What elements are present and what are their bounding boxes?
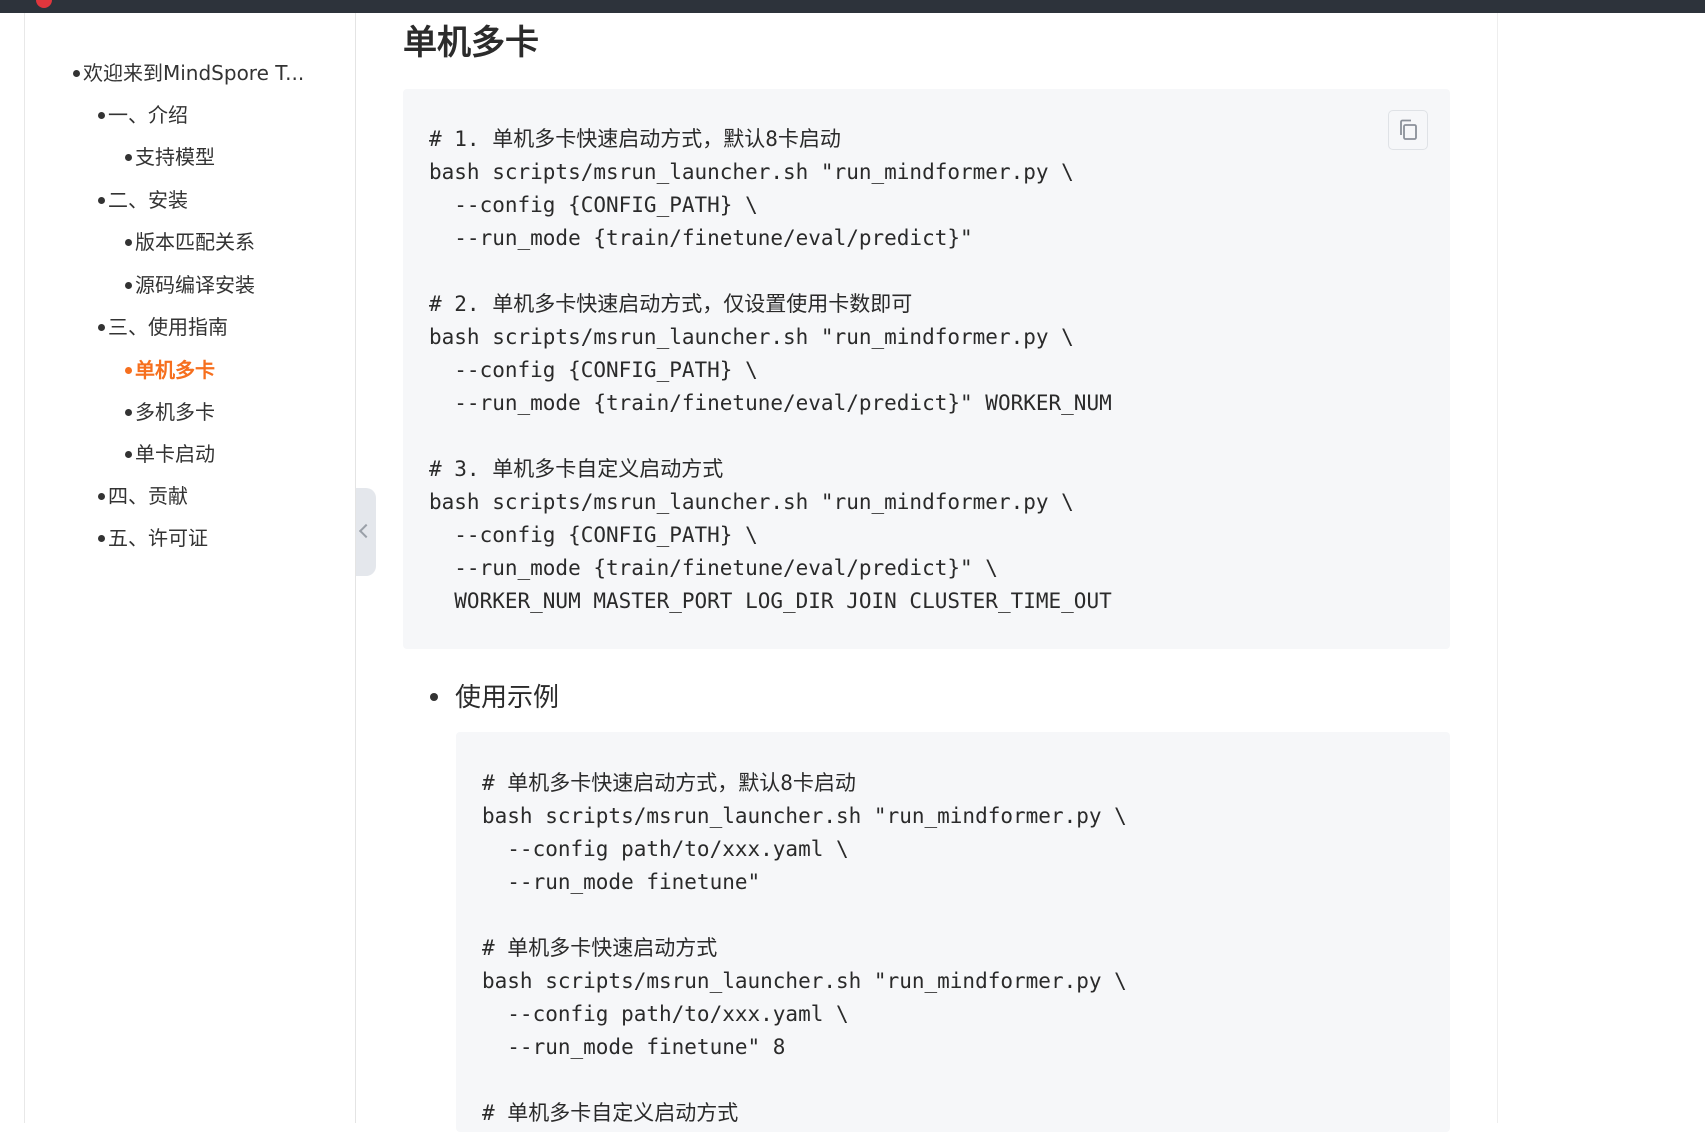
code-line: bash scripts/msrun_launcher.sh "run_mind…: [482, 804, 1127, 828]
bullet-icon: [125, 409, 132, 416]
toc-item-version-matching[interactable]: 版本匹配关系: [125, 229, 255, 255]
toc-item-install[interactable]: 二、安装: [98, 187, 188, 213]
code-line: # 3. 单机多卡自定义启动方式: [429, 457, 724, 481]
toc-item-label: 欢迎来到MindSpore T...: [83, 61, 305, 85]
toc-item-label: 五、许可证: [108, 526, 208, 550]
toc-item-welcome[interactable]: 欢迎来到MindSpore T...: [73, 60, 305, 86]
top-navbar: [0, 0, 1705, 13]
toc-item-supported-models[interactable]: 支持模型: [125, 144, 215, 170]
toc-item-license[interactable]: 五、许可证: [98, 525, 208, 551]
toc-item-label: 版本匹配关系: [135, 230, 255, 254]
bullet-icon: [125, 282, 132, 289]
code-line: # 单机多卡快速启动方式: [482, 936, 718, 960]
code-line: --config {CONFIG_PATH} \: [429, 193, 758, 217]
code-block-example[interactable]: # 单机多卡快速启动方式，默认8卡启动 bash scripts/msrun_l…: [456, 732, 1450, 1132]
toc-item-source-build[interactable]: 源码编译安装: [125, 272, 255, 298]
code-line: # 2. 单机多卡快速启动方式，仅设置使用卡数即可: [429, 292, 913, 316]
code-line: bash scripts/msrun_launcher.sh "run_mind…: [429, 160, 1074, 184]
toc-item-label: 单卡启动: [135, 442, 215, 466]
code-line: # 单机多卡自定义启动方式: [482, 1101, 739, 1125]
toc-item-label: 四、贡献: [108, 484, 188, 508]
bullet-icon: [98, 493, 105, 500]
bullet-icon: [125, 154, 132, 161]
chevron-left-icon: [358, 523, 374, 539]
toc-sidebar: 欢迎来到MindSpore T... 一、介绍 支持模型 二、安装 版本匹配关系…: [25, 13, 356, 1123]
code-line: # 1. 单机多卡快速启动方式，默认8卡启动: [429, 127, 841, 151]
toc-item-label: 源码编译安装: [135, 273, 255, 297]
bullet-icon: [125, 367, 132, 374]
toc-item-label: 单机多卡: [135, 358, 215, 382]
content-divider: [1497, 13, 1498, 1123]
toc-item-label: 支持模型: [135, 145, 215, 169]
toc-item-intro[interactable]: 一、介绍: [98, 102, 188, 128]
code-block-launch[interactable]: # 1. 单机多卡快速启动方式，默认8卡启动 bash scripts/msru…: [403, 89, 1450, 649]
code-line: --config path/to/xxx.yaml \: [482, 1002, 849, 1026]
code-line: WORKER_NUM MASTER_PORT LOG_DIR JOIN CLUS…: [429, 589, 1112, 613]
code-line: --run_mode finetune": [482, 870, 761, 894]
code-line: bash scripts/msrun_launcher.sh "run_mind…: [482, 969, 1127, 993]
bullet-icon: [98, 324, 105, 331]
copy-button[interactable]: [1388, 110, 1428, 150]
toc-item-single-machine-multi-card[interactable]: 单机多卡: [125, 357, 215, 383]
code-line: bash scripts/msrun_launcher.sh "run_mind…: [429, 325, 1074, 349]
toc-item-label: 三、使用指南: [108, 315, 228, 339]
code-line: --config {CONFIG_PATH} \: [429, 523, 758, 547]
toc-item-single-card[interactable]: 单卡启动: [125, 441, 215, 467]
bullet-icon: [98, 197, 105, 204]
toc-item-label: 多机多卡: [135, 400, 215, 424]
code-line: bash scripts/msrun_launcher.sh "run_mind…: [429, 490, 1074, 514]
code-line: --run_mode {train/finetune/eval/predict}…: [429, 556, 998, 580]
toc-item-label: 二、安装: [108, 188, 188, 212]
toc-item-label: 一、介绍: [108, 103, 188, 127]
usage-example-heading: 使用示例: [455, 683, 560, 713]
code-line: --config path/to/xxx.yaml \: [482, 837, 849, 861]
section-heading: 单机多卡: [403, 23, 539, 63]
code-line: # 单机多卡快速启动方式，默认8卡启动: [482, 771, 856, 795]
toc-item-usage-guide[interactable]: 三、使用指南: [98, 314, 228, 340]
code-line: --run_mode finetune" 8: [482, 1035, 786, 1059]
toc-item-contribute[interactable]: 四、贡献: [98, 483, 188, 509]
code-line: --config {CONFIG_PATH} \: [429, 358, 758, 382]
bullet-icon: [73, 70, 80, 77]
bullet-icon: [430, 693, 438, 701]
copy-icon: [1400, 119, 1417, 140]
code-line: --run_mode {train/finetune/eval/predict}…: [429, 391, 1112, 415]
toc-item-multi-machine-multi-card[interactable]: 多机多卡: [125, 399, 215, 425]
page: 欢迎来到MindSpore T... 一、介绍 支持模型 二、安装 版本匹配关系…: [0, 13, 1705, 1132]
bullet-icon: [125, 239, 132, 246]
bullet-icon: [98, 112, 105, 119]
bullet-icon: [98, 535, 105, 542]
logo-icon[interactable]: [36, 0, 52, 8]
code-line: --run_mode {train/finetune/eval/predict}…: [429, 226, 973, 250]
sidebar-collapse-button[interactable]: [356, 488, 376, 576]
bullet-icon: [125, 451, 132, 458]
